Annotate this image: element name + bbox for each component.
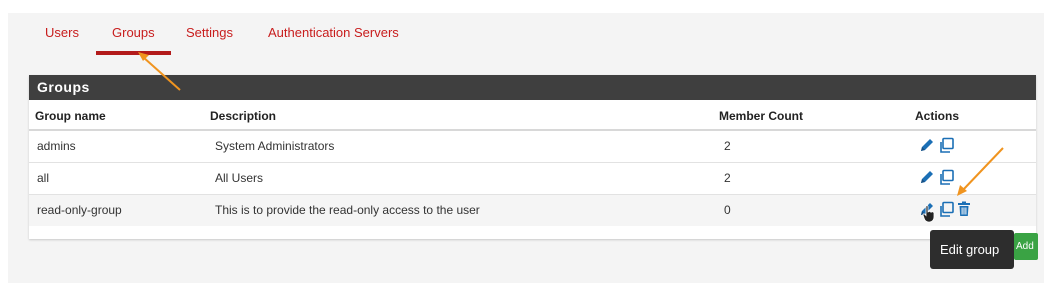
annotation-arrow-to-groups-tab [138,52,181,91]
add-button-label: Add [1016,241,1034,252]
tooltip-text: Edit group [940,242,1000,257]
annotation-arrows [138,52,1004,196]
annotation-arrow-to-edit-icon [957,147,1004,196]
add-button[interactable]: Add [1014,233,1038,260]
edit-group-tooltip: Edit group [930,230,1014,269]
